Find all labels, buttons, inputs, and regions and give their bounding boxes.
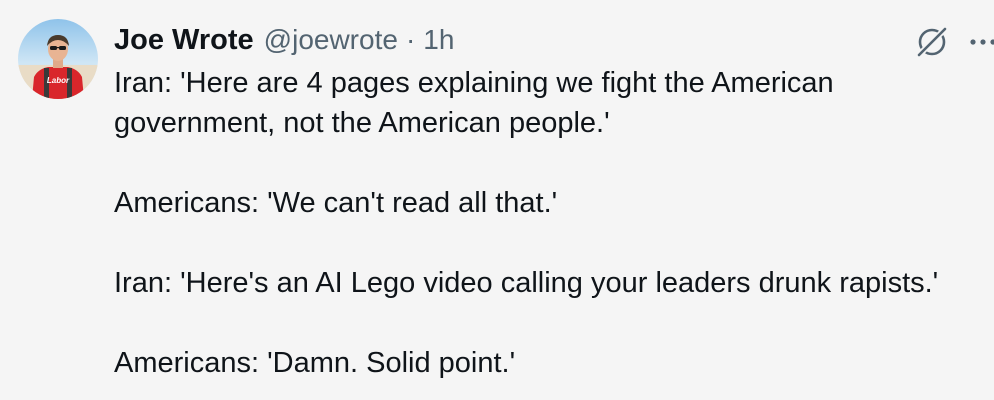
avatar-image: Labor <box>18 19 98 99</box>
tweet-text: Iran: 'Here are 4 pages explaining we fi… <box>114 63 984 383</box>
avatar-shirt-text: Labor <box>47 76 70 85</box>
tweet-line: Iran: 'Here's an AI Lego video calling y… <box>114 267 939 299</box>
author-handle[interactable]: @joewrote <box>264 20 398 60</box>
tweet-line: government, not the American people.' <box>114 107 610 139</box>
tweet-line: Americans: 'Damn. Solid point.' <box>114 347 516 379</box>
grok-icon[interactable] <box>912 22 952 62</box>
more-options-icon[interactable] <box>968 28 994 56</box>
tweet-header: Joe Wrote @joewrote · 1h <box>114 20 984 60</box>
header-separator: · <box>405 24 416 55</box>
tweet[interactable]: Labor Joe Wrote @joewrote · 1h Iran: 'He… <box>0 0 994 400</box>
tweet-content: Joe Wrote @joewrote · 1h Iran: 'Here are… <box>114 20 984 383</box>
tweet-timestamp[interactable]: 1h <box>423 20 454 60</box>
tweet-line: Americans: 'We can't read all that.' <box>114 187 558 219</box>
avatar[interactable]: Labor <box>18 19 98 99</box>
tweet-line: Iran: 'Here are 4 pages explaining we fi… <box>114 67 834 99</box>
author-display-name[interactable]: Joe Wrote <box>114 20 254 60</box>
